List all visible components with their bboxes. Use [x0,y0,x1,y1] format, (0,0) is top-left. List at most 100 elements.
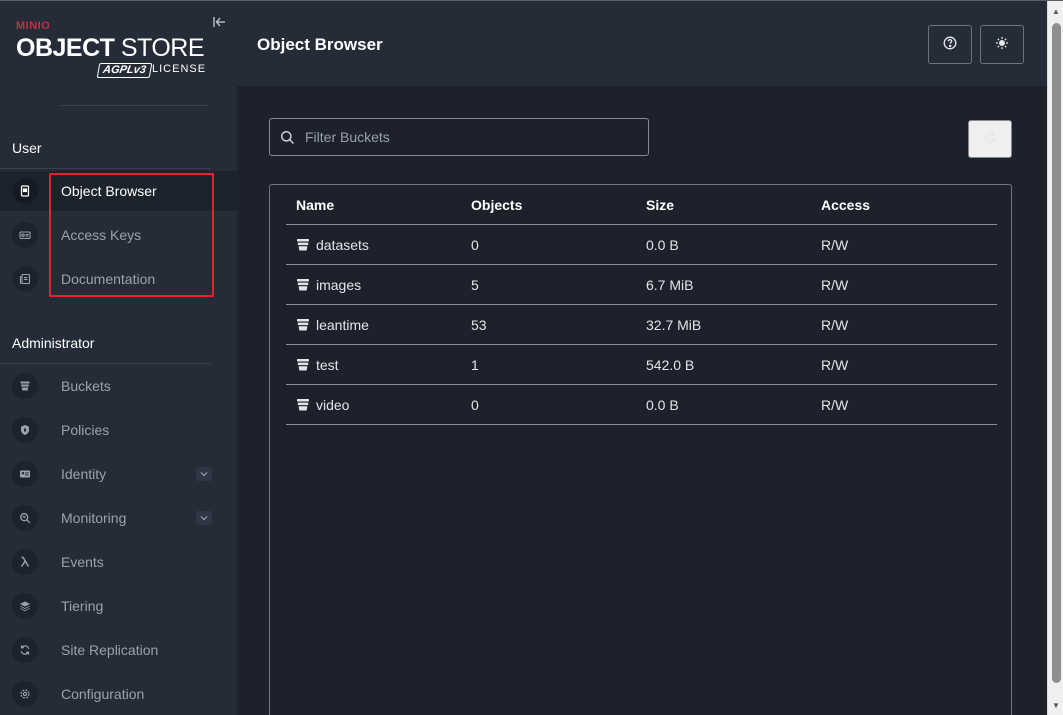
policy-icon [12,417,38,443]
theme-toggle-button[interactable] [980,25,1024,64]
filter-buckets-field[interactable] [269,118,649,156]
bucket-icon [296,398,310,412]
sidebar-item-label: Access Keys [61,227,142,243]
vertical-scrollbar[interactable]: ▲ ▼ [1047,1,1063,715]
gear-icon [12,681,38,707]
table-row[interactable]: video 0 0.0 B R/W [286,385,997,425]
logo-divider [60,105,208,106]
size-cell: 542.0 B [646,357,695,373]
refresh-button[interactable] [968,120,1012,158]
main-content: Name Objects Size Access datasets 0 0.0 … [237,86,1047,715]
app-window: MINIO OBJECT STORE AGPLv3 LICENSE User O… [0,0,1063,715]
sidebar-item-object-browser[interactable]: Object Browser [0,171,237,211]
size-cell: 0.0 B [646,237,679,253]
sidebar-item-buckets[interactable]: Buckets [0,366,237,406]
section-title-administrator: Administrator [12,335,95,351]
section-title-user: User [12,140,42,156]
scroll-up-arrow-icon[interactable]: ▲ [1051,7,1061,17]
objects-cell: 1 [471,357,479,373]
help-icon [943,36,957,53]
section-divider [0,363,211,364]
objects-cell: 0 [471,397,479,413]
bucket-name: datasets [316,237,369,253]
access-cell: R/W [821,277,849,293]
sidebar: MINIO OBJECT STORE AGPLv3 LICENSE User O… [0,1,237,715]
objects-cell: 53 [471,317,487,333]
objects-cell: 0 [471,237,479,253]
bucket-name-cell: test [296,357,339,373]
access-cell: R/W [821,317,849,333]
sidebar-item-tiering[interactable]: Tiering [0,586,237,626]
logo-title-bold: OBJECT [16,34,115,62]
sidebar-item-site-replication[interactable]: Site Replication [0,630,237,670]
table-row[interactable]: test 1 542.0 B R/W [286,345,997,385]
logo-brand: MINIO [16,20,51,32]
sidebar-item-label: Configuration [61,686,145,702]
sidebar-item-documentation[interactable]: Documentation [0,259,237,299]
search-icon [280,130,296,146]
sidebar-item-access-keys[interactable]: Access Keys [0,215,237,255]
column-header-access[interactable]: Access [821,197,870,213]
objects-cell: 5 [471,277,479,293]
sidebar-item-configuration[interactable]: Configuration [0,674,237,714]
sidebar-item-events[interactable]: Events [0,542,237,582]
table-row[interactable]: datasets 0 0.0 B R/W [286,225,997,265]
page-header: Object Browser [237,1,1047,86]
sidebar-item-label: Monitoring [61,510,127,526]
bucket-name-cell: images [296,277,361,293]
sidebar-item-label: Tiering [61,598,104,614]
lambda-icon [12,549,38,575]
logo-title: OBJECT STORE [16,34,205,63]
column-header-objects[interactable]: Objects [471,197,522,213]
documentation-icon [12,266,38,292]
minio-logo[interactable]: MINIO OBJECT STORE AGPLv3 LICENSE [16,18,216,82]
sidebar-item-label: Policies [61,422,110,438]
filter-buckets-input[interactable] [305,119,640,155]
table-header: Name Objects Size Access [286,185,997,225]
scroll-down-arrow-icon[interactable]: ▼ [1051,701,1061,711]
sidebar-item-label: Object Browser [61,183,157,199]
sidebar-item-label: Site Replication [61,642,159,658]
column-header-size[interactable]: Size [646,197,674,213]
license-label: LICENSE [152,63,207,75]
scroll-thumb[interactable] [1052,23,1061,683]
sidebar-item-label: Identity [61,466,107,482]
identity-icon [12,461,38,487]
chevron-down-icon[interactable] [196,511,212,525]
size-cell: 32.7 MiB [646,317,702,333]
access-keys-icon [12,222,38,248]
sidebar-item-label: Documentation [61,271,156,287]
sidebar-item-identity[interactable]: Identity [0,454,237,494]
bucket-name-cell: video [296,397,349,413]
page-title: Object Browser [257,35,383,54]
sun-icon [995,36,1009,53]
logo-title-rest: STORE [114,34,205,62]
help-button[interactable] [928,25,972,64]
sidebar-item-monitoring[interactable]: Monitoring [0,498,237,538]
table-row[interactable]: leantime 53 32.7 MiB R/W [286,305,997,345]
access-cell: R/W [821,357,849,373]
bucket-name: images [316,277,362,293]
table-row[interactable]: images 5 6.7 MiB R/W [286,265,997,305]
size-cell: 6.7 MiB [646,277,694,293]
tiering-icon [12,593,38,619]
bucket-name: test [316,357,339,373]
replication-icon [12,637,38,663]
column-header-name[interactable]: Name [296,197,334,213]
buckets-table: Name Objects Size Access datasets 0 0.0 … [269,184,1012,715]
bucket-name-cell: leantime [296,317,369,333]
section-divider [0,168,211,169]
bucket-icon [296,358,310,372]
bucket-name: leantime [316,317,369,333]
sidebar-item-label: Events [61,554,104,570]
monitoring-icon [12,505,38,531]
bucket-icon [296,278,310,292]
bucket-icon [296,238,310,252]
refresh-icon [983,131,997,148]
bucket-name: video [316,397,350,413]
sidebar-item-policies[interactable]: Policies [0,410,237,450]
bucket-icon [296,318,310,332]
object-browser-icon [12,178,38,204]
collapse-sidebar-icon[interactable] [212,15,228,31]
chevron-down-icon[interactable] [196,467,212,481]
